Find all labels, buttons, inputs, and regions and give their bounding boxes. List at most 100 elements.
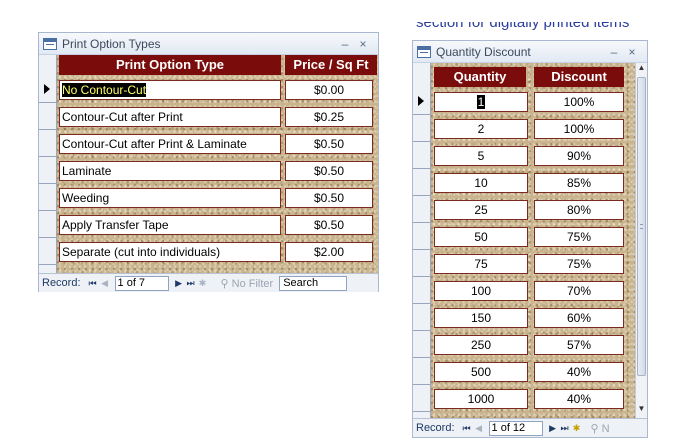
next-record-icon[interactable]: ▶: [547, 423, 559, 434]
quantity-cell[interactable]: 1000: [434, 389, 528, 409]
discount-cell[interactable]: 100%: [534, 92, 624, 112]
prev-record-icon[interactable]: ◀: [99, 278, 111, 289]
print-option-types-window: Print Option Types – × Print Option Type…: [38, 32, 379, 292]
close-button[interactable]: ×: [354, 37, 372, 51]
price-cell[interactable]: $0.00: [285, 80, 373, 100]
record-selector[interactable]: [413, 358, 430, 385]
column-header-quantity: Quantity: [434, 67, 526, 87]
quantity-discount-titlebar[interactable]: Quantity Discount – ×: [413, 41, 647, 63]
price-cell[interactable]: $0.50: [285, 188, 373, 208]
new-record-icon[interactable]: ✱: [197, 278, 209, 289]
discount-cell[interactable]: 70%: [534, 281, 624, 301]
record-selector[interactable]: [413, 196, 430, 223]
discount-cell[interactable]: 40%: [534, 389, 624, 409]
quantity-text: 75: [474, 257, 488, 271]
record-selector[interactable]: [413, 250, 430, 277]
scrollbar-thumb[interactable]: [637, 77, 646, 376]
quantity-cell[interactable]: 150: [434, 308, 528, 328]
discount-cell[interactable]: 75%: [534, 227, 624, 247]
discount-cell[interactable]: 57%: [534, 335, 624, 355]
quantity-text: 250: [470, 338, 492, 352]
form-window-icon: [43, 37, 57, 50]
price-cell[interactable]: $0.50: [285, 134, 373, 154]
no-filter-label: N: [601, 422, 610, 435]
vertical-scrollbar[interactable]: ▲ ▼: [635, 63, 647, 418]
quantity-cell[interactable]: 10: [434, 173, 528, 193]
record-selector[interactable]: [39, 238, 56, 265]
price-cell[interactable]: $0.50: [285, 215, 373, 235]
quantity-cell[interactable]: 2: [434, 119, 528, 139]
record-selector[interactable]: [39, 211, 56, 238]
record-selector[interactable]: [39, 130, 56, 157]
print-option-type-cell[interactable]: No Contour-Cut: [59, 80, 281, 100]
record-selector[interactable]: [413, 223, 430, 250]
current-record-field[interactable]: 1 of 12: [488, 420, 543, 436]
record-selector[interactable]: [39, 76, 56, 103]
quantity-text: 10: [474, 176, 488, 190]
quantity-cell[interactable]: 5: [434, 146, 528, 166]
minimize-button[interactable]: –: [336, 37, 354, 51]
discount-cell[interactable]: 90%: [534, 146, 624, 166]
quantity-cell[interactable]: 250: [434, 335, 528, 355]
new-record-icon[interactable]: ✱: [571, 423, 583, 434]
record-selector[interactable]: [413, 304, 430, 331]
quantity-cell[interactable]: 25: [434, 200, 528, 220]
print-option-type-text: Contour-Cut after Print & Laminate: [62, 137, 247, 151]
window-title: Quantity Discount: [436, 44, 531, 59]
close-button[interactable]: ×: [623, 45, 641, 59]
discount-cell[interactable]: 80%: [534, 200, 624, 220]
print-option-type-cell[interactable]: Laminate: [59, 161, 281, 181]
next-record-icon[interactable]: ▶: [173, 278, 185, 289]
form-window-icon: [417, 45, 431, 58]
print-option-type-cell[interactable]: Separate (cut into individuals): [59, 242, 281, 262]
record-selector[interactable]: [413, 169, 430, 196]
prev-record-icon[interactable]: ◀: [473, 423, 485, 434]
last-record-icon[interactable]: ⏭: [559, 423, 571, 434]
record-selector[interactable]: [39, 184, 56, 211]
price-cell[interactable]: $2.00: [285, 242, 373, 262]
discount-cell[interactable]: 40%: [534, 362, 624, 382]
quantity-cell[interactable]: 75: [434, 254, 528, 274]
first-record-icon[interactable]: ⏮: [87, 278, 99, 289]
quantity-cell[interactable]: 1: [434, 92, 528, 112]
record-selector[interactable]: [39, 157, 56, 184]
search-input[interactable]: Search: [279, 275, 348, 291]
price-cell[interactable]: $0.50: [285, 161, 373, 181]
print-option-type-text: Weeding: [62, 191, 110, 205]
filter-icon: ⚲: [220, 277, 229, 290]
print-option-type-cell[interactable]: Contour-Cut after Print: [59, 107, 281, 127]
no-filter-button[interactable]: ⚲ No Filter: [221, 277, 274, 290]
record-selector[interactable]: [413, 88, 430, 115]
filter-icon: ⚲: [590, 422, 599, 435]
quantity-cell[interactable]: 500: [434, 362, 528, 382]
print-option-type-cell[interactable]: Contour-Cut after Print & Laminate: [59, 134, 281, 154]
record-selector[interactable]: [39, 103, 56, 130]
first-record-icon[interactable]: ⏮: [461, 423, 473, 434]
discount-cell[interactable]: 60%: [534, 308, 624, 328]
print-options-datasheet: Print Option Type Price / Sq Ft No Conto…: [39, 55, 378, 273]
record-selector[interactable]: [413, 331, 430, 358]
print-option-types-titlebar[interactable]: Print Option Types – ×: [39, 33, 378, 55]
quantity-cell[interactable]: 100: [434, 281, 528, 301]
print-option-type-cell[interactable]: Apply Transfer Tape: [59, 215, 281, 235]
discount-cell[interactable]: 85%: [534, 173, 624, 193]
scroll-down-icon[interactable]: ▼: [636, 404, 647, 418]
scroll-up-icon[interactable]: ▲: [636, 63, 647, 77]
record-navigation-bar: Record: ⏮ ◀ 1 of 12 ▶ ⏭ ✱ ⚲ N: [413, 418, 647, 437]
current-record-field[interactable]: 1 of 7: [114, 275, 169, 291]
record-selector[interactable]: [413, 277, 430, 304]
quantity-text: 50: [474, 230, 488, 244]
price-cell[interactable]: $0.25: [285, 107, 373, 127]
minimize-button[interactable]: –: [605, 45, 623, 59]
record-selector[interactable]: [413, 142, 430, 169]
print-option-type-cell[interactable]: Weeding: [59, 188, 281, 208]
no-filter-button[interactable]: ⚲ N: [591, 422, 610, 435]
discount-cell[interactable]: 100%: [534, 119, 624, 139]
quantity-text: 2: [477, 122, 485, 136]
quantity-cell[interactable]: 50: [434, 227, 528, 247]
print-option-type-text: No Contour-Cut: [62, 83, 147, 97]
record-selector[interactable]: [413, 385, 430, 412]
record-selector[interactable]: [413, 115, 430, 142]
discount-cell[interactable]: 75%: [534, 254, 624, 274]
last-record-icon[interactable]: ⏭: [185, 278, 197, 289]
